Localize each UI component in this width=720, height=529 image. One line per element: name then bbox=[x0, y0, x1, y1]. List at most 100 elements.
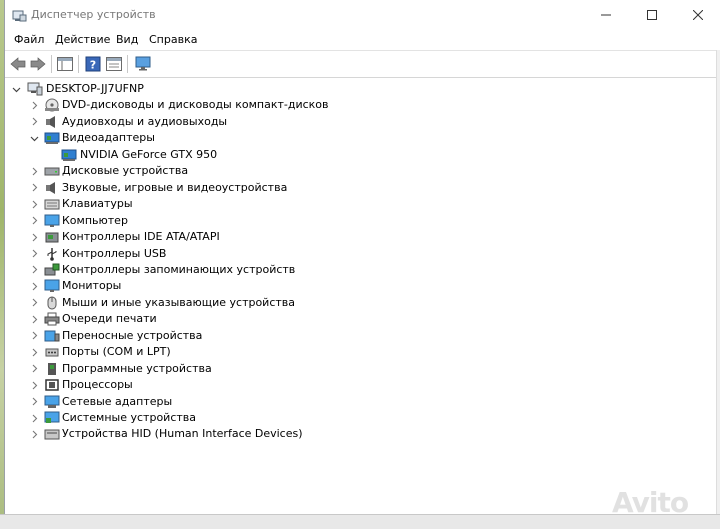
menu-bar: Файл Действие Вид Справка bbox=[5, 30, 720, 50]
expand-chevron-icon[interactable] bbox=[29, 232, 39, 242]
tree-category-label: Программные устройства bbox=[62, 361, 212, 375]
tree-category-label: Дисковые устройства bbox=[62, 164, 189, 178]
collapse-chevron-icon[interactable] bbox=[29, 133, 39, 143]
expand-chevron-icon[interactable] bbox=[29, 265, 39, 275]
minimize-icon bbox=[601, 14, 611, 16]
toolbar-separator bbox=[127, 55, 128, 73]
expand-chevron-icon[interactable] bbox=[29, 249, 39, 259]
tree-category-label: Порты (COM и LPT) bbox=[62, 345, 171, 359]
speaker-icon bbox=[46, 115, 55, 128]
expand-chevron-icon[interactable] bbox=[29, 100, 39, 110]
tree-category-label: Устройства HID (Human Interface Devices) bbox=[62, 427, 303, 441]
expand-chevron-icon[interactable] bbox=[29, 183, 39, 193]
tree-category-label: Сетевые адаптеры bbox=[62, 394, 173, 408]
expand-chevron-icon[interactable] bbox=[29, 314, 39, 324]
ide-controller-icon bbox=[45, 232, 59, 243]
tree-category-label: DVD-дисководы и дисководы компакт-дисков bbox=[62, 98, 329, 112]
network-adapter-icon bbox=[44, 395, 60, 408]
tree-category-label: Контроллеры USB bbox=[62, 246, 167, 260]
expand-chevron-icon[interactable] bbox=[29, 199, 39, 209]
tree-category-label: Компьютер bbox=[62, 213, 128, 227]
usb-icon bbox=[47, 247, 57, 261]
storage-controller-icon bbox=[44, 263, 60, 276]
tree-category-label: Контроллеры запоминающих устройств bbox=[62, 262, 296, 276]
processor-icon bbox=[45, 379, 59, 391]
expand-chevron-icon[interactable] bbox=[29, 331, 39, 341]
avito-watermark: Avito bbox=[612, 486, 689, 519]
tree-category-label: Аудиовходы и аудиовыходы bbox=[62, 114, 228, 128]
console-tree-icon bbox=[57, 57, 73, 71]
scan-hardware-button[interactable] bbox=[134, 55, 152, 73]
toolbar: ? bbox=[5, 50, 720, 78]
tree-category-label: Мониторы bbox=[62, 279, 122, 293]
printer-icon bbox=[44, 312, 60, 326]
back-button[interactable] bbox=[9, 55, 27, 73]
disk-drive-icon bbox=[44, 167, 60, 176]
device-manager-icon bbox=[12, 10, 27, 22]
expand-chevron-icon[interactable] bbox=[29, 413, 39, 423]
software-device-icon bbox=[48, 362, 56, 375]
properties-button[interactable] bbox=[105, 55, 123, 73]
tree-category-label: Контроллеры IDE ATA/ATAPI bbox=[62, 230, 220, 244]
tree-category-label: Процессоры bbox=[62, 378, 133, 392]
window-title: Диспетчер устройств bbox=[31, 8, 156, 21]
back-arrow-icon bbox=[10, 57, 26, 71]
tree-category-label: Мыши и иные указывающие устройства bbox=[62, 295, 296, 309]
expand-chevron-icon[interactable] bbox=[29, 117, 39, 127]
speaker-icon bbox=[46, 181, 55, 194]
expand-chevron-icon[interactable] bbox=[29, 429, 39, 439]
tree-category-label: Системные устройства bbox=[62, 411, 196, 424]
show-hide-console-tree-button[interactable] bbox=[56, 55, 74, 73]
menu-view[interactable]: Вид bbox=[116, 33, 138, 46]
display-adapter-icon bbox=[44, 132, 60, 145]
device-manager-window: Диспетчер устройств Файл Действие Вид Сп… bbox=[4, 0, 720, 516]
display-adapter-icon bbox=[61, 149, 77, 161]
tree-category-label: Переносные устройства bbox=[62, 328, 203, 342]
expand-chevron-icon[interactable] bbox=[29, 298, 39, 308]
title-bar: Диспетчер устройств bbox=[5, 0, 720, 30]
svg-text:?: ? bbox=[90, 59, 96, 72]
dvd-icon bbox=[45, 98, 59, 112]
tree-root-label: DESKTOP-JJ7UFNP bbox=[46, 82, 144, 95]
monitor-icon bbox=[44, 279, 60, 293]
menu-file[interactable]: Файл bbox=[14, 33, 44, 46]
tree-device-label: NVIDIA GeForce GTX 950 bbox=[80, 147, 218, 161]
tree-category-label: Клавиатуры bbox=[62, 197, 133, 211]
collapse-chevron-icon[interactable] bbox=[11, 84, 21, 94]
help-button[interactable]: ? bbox=[84, 55, 102, 73]
expand-chevron-icon[interactable] bbox=[29, 397, 39, 407]
tree-category-label: Звуковые, игровые и видеоустройства bbox=[62, 180, 288, 194]
menu-help[interactable]: Справка bbox=[149, 33, 197, 46]
device-tree: DESKTOP-JJ7UFNP DVD-дисководы и дисковод… bbox=[5, 77, 717, 514]
tree-category-label: Очереди печати bbox=[62, 312, 157, 326]
hid-icon bbox=[44, 429, 60, 440]
help-icon: ? bbox=[85, 56, 101, 72]
tree-category-label: Видеоадаптеры bbox=[62, 131, 155, 145]
forward-button[interactable] bbox=[29, 55, 47, 73]
expand-chevron-icon[interactable] bbox=[29, 347, 39, 357]
close-icon bbox=[693, 10, 703, 20]
maximize-button[interactable] bbox=[629, 0, 675, 30]
portable-device-icon bbox=[44, 330, 60, 342]
expand-chevron-icon[interactable] bbox=[29, 216, 39, 226]
expand-chevron-icon[interactable] bbox=[29, 281, 39, 291]
port-icon bbox=[45, 348, 59, 357]
maximize-icon bbox=[647, 10, 657, 20]
keyboard-icon bbox=[44, 199, 60, 210]
monitor-scan-icon bbox=[135, 56, 151, 71]
monitor-icon bbox=[44, 214, 60, 227]
mouse-icon bbox=[47, 296, 57, 310]
properties-icon bbox=[106, 57, 122, 71]
system-device-icon bbox=[44, 411, 60, 423]
minimize-button[interactable] bbox=[583, 0, 629, 30]
computer-icon bbox=[27, 82, 43, 96]
forward-arrow-icon bbox=[30, 57, 46, 71]
toolbar-separator bbox=[51, 55, 52, 73]
expand-chevron-icon[interactable] bbox=[29, 380, 39, 390]
vertical-scrollbar[interactable] bbox=[716, 50, 720, 516]
toolbar-separator bbox=[78, 55, 79, 73]
close-button[interactable] bbox=[675, 0, 720, 30]
menu-action[interactable]: Действие bbox=[55, 33, 110, 46]
expand-chevron-icon[interactable] bbox=[29, 364, 39, 374]
expand-chevron-icon[interactable] bbox=[29, 166, 39, 176]
